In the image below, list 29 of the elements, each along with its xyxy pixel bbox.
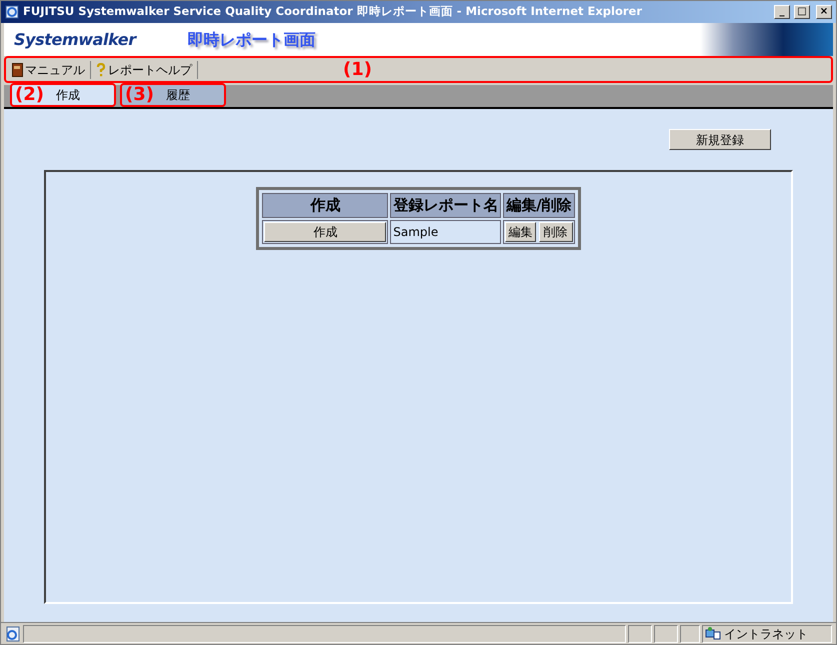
delete-button[interactable]: 削除 (538, 222, 573, 242)
maximize-button[interactable]: □ (794, 5, 810, 19)
tab-label[interactable]: 作成 (56, 86, 80, 104)
new-registration-button[interactable]: 新規登録 (669, 129, 771, 150)
create-button[interactable]: 作成 (264, 222, 386, 242)
table-cell: Sample (390, 220, 502, 244)
toolbar-button[interactable]: マニュアル (12, 60, 85, 78)
edit-button[interactable]: 編集 (505, 222, 536, 242)
window-title: FUJITSU Systemwalker Service Quality Coordinator 即時レポート画面 - Microsoft Internet Explorer (23, 3, 644, 20)
question-mark-icon (96, 62, 106, 76)
callout-label: (3) (125, 86, 154, 104)
logo: Systemwalker (14, 28, 136, 50)
column-header: 作成 (262, 193, 388, 218)
callout-label: (2) (15, 86, 44, 104)
tab-label[interactable]: 履歴 (166, 86, 190, 104)
book-icon (12, 62, 23, 76)
tab[interactable]: (3) 履歴 (120, 83, 226, 107)
column-header: 登録レポート名 (390, 193, 502, 218)
zone-label: イントラネット (724, 626, 808, 642)
column-header: 編集/削除 (503, 193, 575, 218)
page-title: 即時レポート画面 (188, 28, 316, 50)
network-icon (705, 626, 721, 640)
browser-icon (5, 5, 19, 19)
tab[interactable]: (2) 作成 (10, 83, 116, 107)
minimize-button[interactable]: _ (774, 5, 790, 19)
toolbar-button[interactable]: レポートヘルプ (96, 60, 192, 78)
close-button[interactable]: × (816, 5, 832, 19)
page-icon (5, 626, 21, 642)
callout-label: (1) (343, 60, 372, 78)
